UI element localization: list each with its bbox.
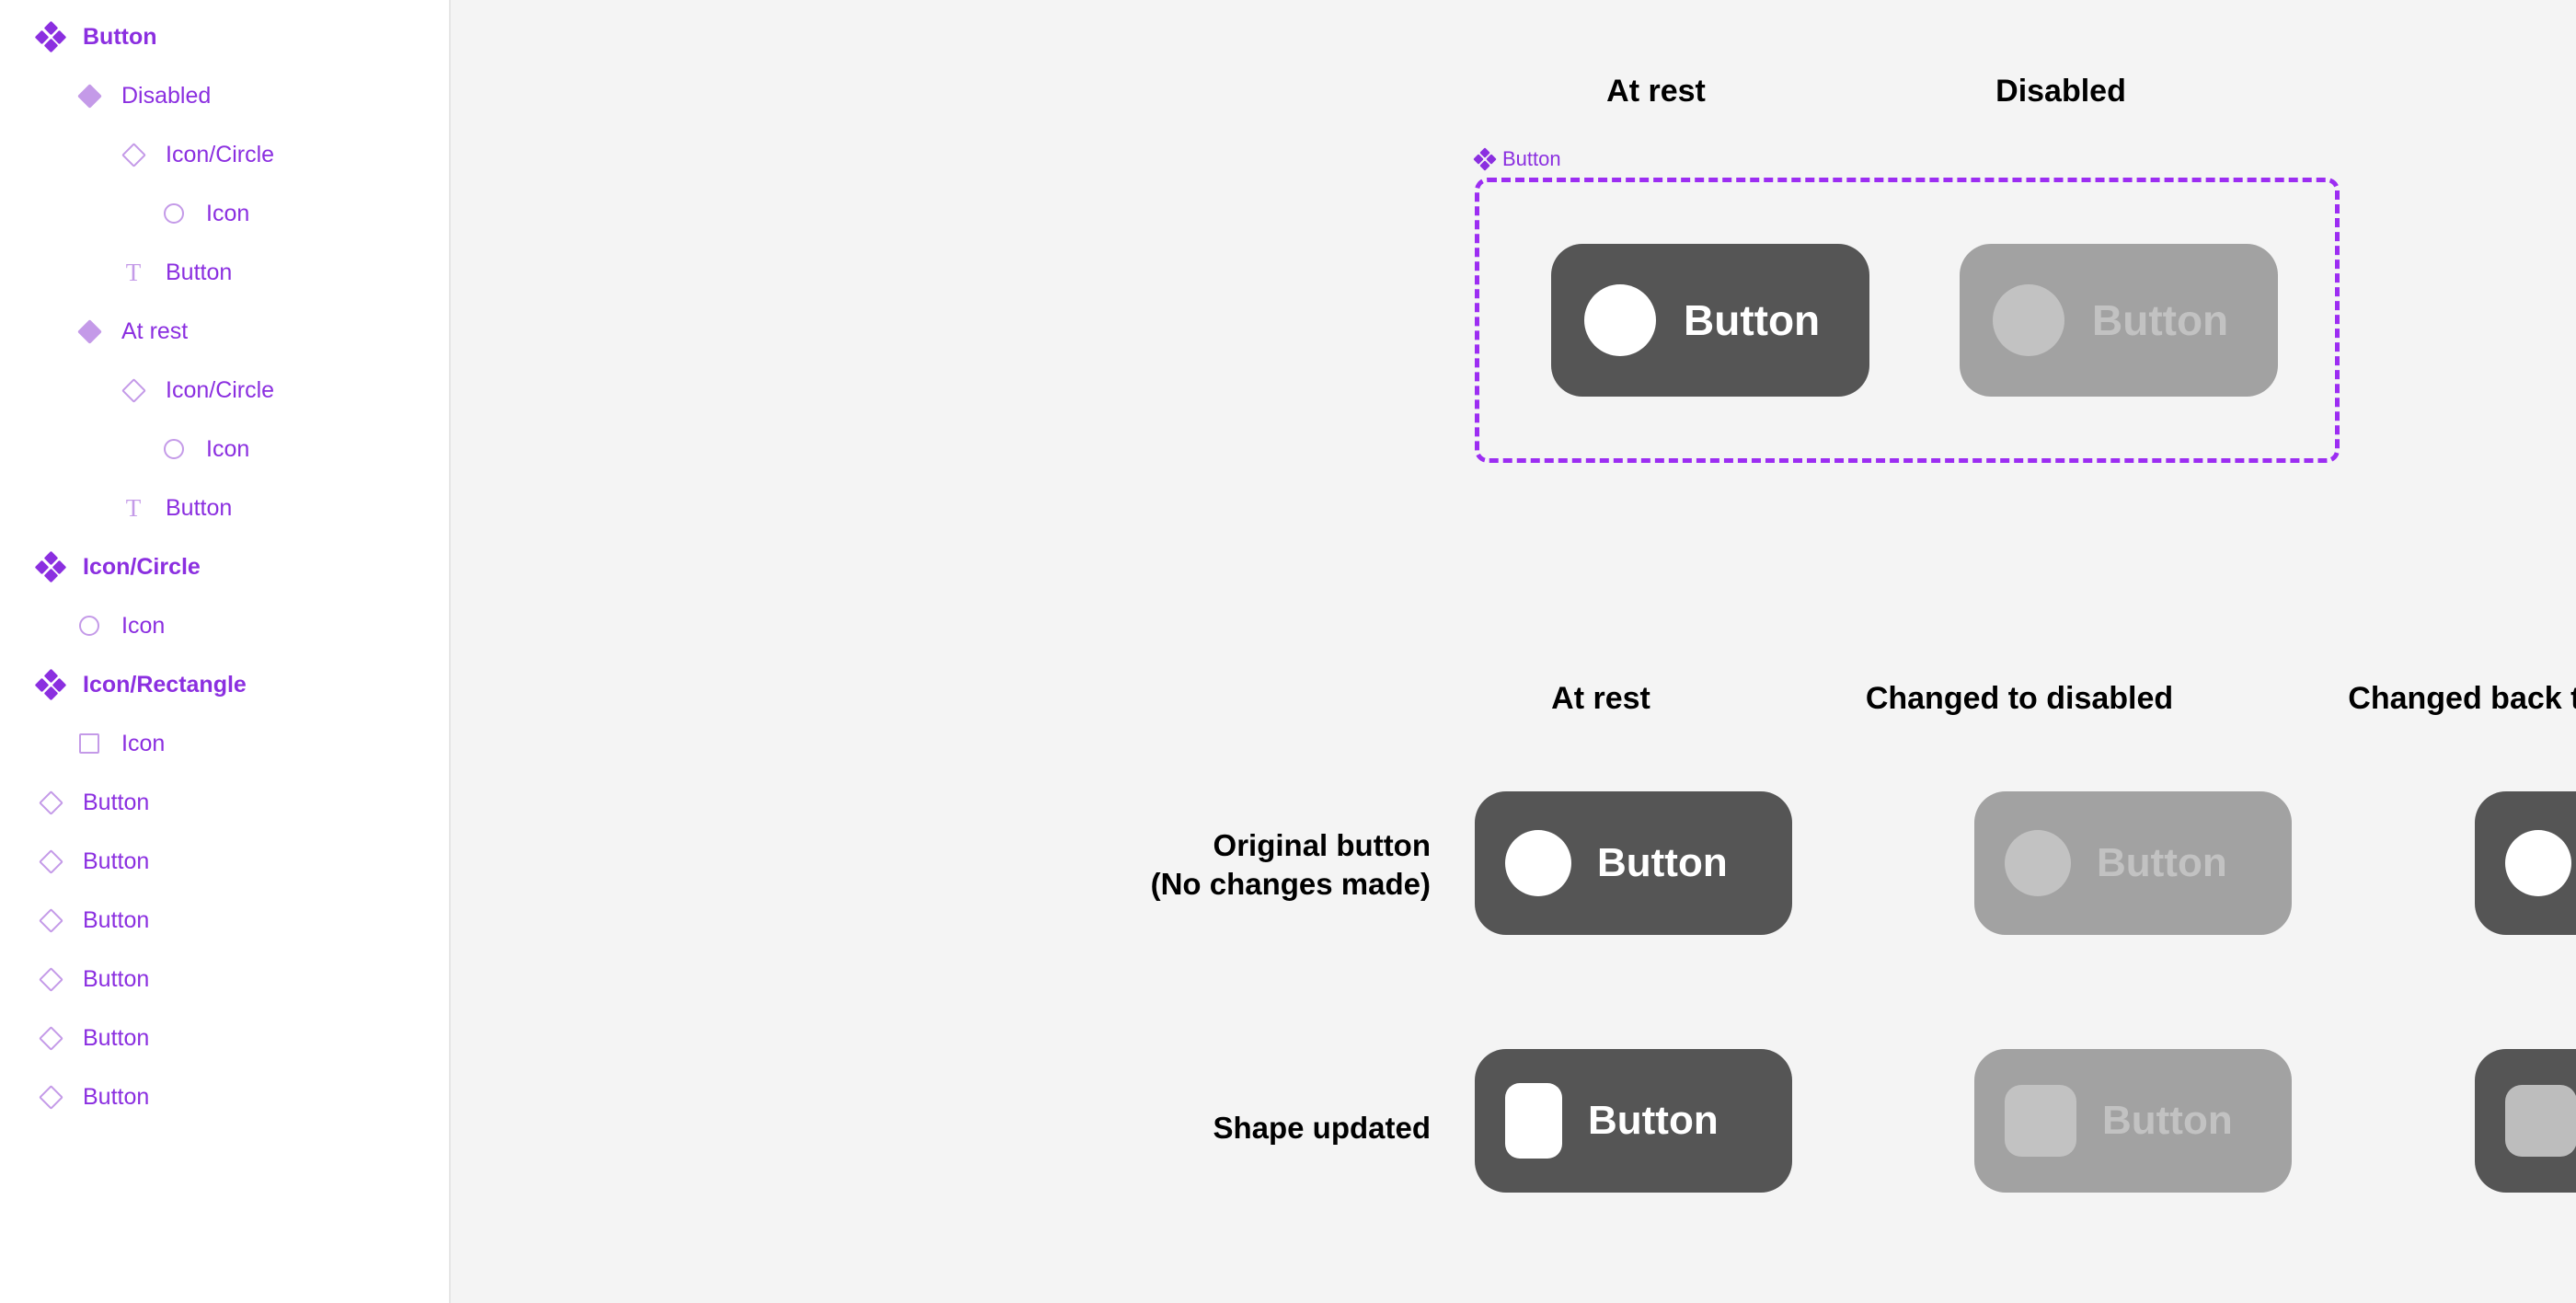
layer-row[interactable]: Button <box>0 1009 449 1067</box>
button-label: Button <box>1588 1098 1719 1143</box>
instance-icon <box>35 846 66 877</box>
circle-icon <box>2005 830 2071 896</box>
layer-row-label: Button <box>83 1024 150 1051</box>
layer-row[interactable]: Button <box>0 1067 449 1126</box>
matrix-column-header-changed-back-to-at-rest: Changed back to at rest <box>2348 681 2576 716</box>
matrix-row-label-shape-updated: Shape updated <box>892 1109 1431 1147</box>
layers-panel[interactable]: Button Disabled Icon/Circle Icon T Button At r… <box>0 0 451 1303</box>
layer-row-label: Button <box>83 789 150 815</box>
matrix-column-header-at-rest: At rest <box>1551 681 1650 716</box>
instance-icon <box>35 905 66 936</box>
top-column-header-disabled: Disabled <box>1995 74 2126 109</box>
matrix-column-header-changed-to-disabled: Changed to disabled <box>1865 681 2174 716</box>
component-icon <box>1473 147 1497 171</box>
layer-row[interactable]: T Button <box>0 479 449 537</box>
instance-icon <box>118 375 149 406</box>
instance-icon <box>35 963 66 995</box>
matrix-button-r1c2[interactable]: Button <box>1974 791 2292 935</box>
matrix-button-r1c1[interactable]: Button <box>1475 791 1792 935</box>
matrix-button-r1c3[interactable]: Button <box>2475 791 2576 935</box>
layer-row-label: Button <box>166 494 233 521</box>
layer-row[interactable]: Icon/Rectangle <box>0 655 449 714</box>
rectangle-icon <box>2505 1085 2576 1157</box>
layer-row-label: Button <box>83 906 150 933</box>
ellipse-icon <box>158 433 190 465</box>
button-label: Button <box>1684 296 1821 344</box>
instance-icon <box>118 139 149 170</box>
matrix-row-label-original-button: Original button (No changes made) <box>892 826 1431 904</box>
layer-row-label: Icon <box>121 612 166 639</box>
layer-row[interactable]: At rest <box>0 302 449 361</box>
layer-row[interactable]: Button <box>0 832 449 891</box>
top-button-at-rest[interactable]: Button <box>1551 244 1869 397</box>
circle-icon <box>2505 830 2571 896</box>
layer-row[interactable]: Button <box>0 773 449 832</box>
selection-label: Button <box>1473 147 1561 171</box>
layer-row-label: Icon <box>206 435 250 462</box>
layer-row-label: Icon <box>121 730 166 756</box>
variant-icon <box>74 316 105 347</box>
layer-row[interactable]: Icon <box>0 596 449 655</box>
text-icon: T <box>125 493 142 522</box>
circle-icon <box>1584 284 1656 356</box>
rectangle-icon <box>2005 1085 2076 1157</box>
variant-icon <box>74 80 105 111</box>
layer-row-label: Icon/Circle <box>83 553 201 580</box>
selection-label-text: Button <box>1502 147 1561 170</box>
button-label: Button <box>2102 1098 2233 1143</box>
layer-row-label: Icon/Rectangle <box>83 671 247 698</box>
circle-icon <box>1505 830 1571 896</box>
layer-row[interactable]: Icon <box>0 184 449 243</box>
layer-row-label: Disabled <box>121 82 212 109</box>
instance-icon <box>35 1081 66 1113</box>
text-icon: T <box>125 258 142 286</box>
layer-row[interactable]: Icon/Circle <box>0 537 449 596</box>
ellipse-icon <box>74 610 105 641</box>
layer-row[interactable]: Icon <box>0 420 449 479</box>
rectangle-icon <box>74 728 105 759</box>
button-label: Button <box>2092 296 2229 344</box>
instance-icon <box>35 787 66 818</box>
matrix-row-label-line1: Original button <box>1213 828 1431 862</box>
matrix-button-r2c1[interactable]: Button <box>1475 1049 1792 1193</box>
layer-row-label: Button <box>83 965 150 992</box>
layer-row-label: Button <box>83 23 157 50</box>
layer-row[interactable]: Icon/Circle <box>0 361 449 420</box>
layer-row-label: Button <box>166 259 233 285</box>
layer-row-label: Icon/Circle <box>166 141 275 167</box>
matrix-row-label-line1: Shape updated <box>1213 1111 1431 1145</box>
layer-row-label: At rest <box>121 317 189 344</box>
component-icon <box>34 668 67 701</box>
top-column-header-at-rest: At rest <box>1606 74 1706 109</box>
button-label: Button <box>1597 840 1728 885</box>
layer-row-label: Icon/Circle <box>166 376 275 403</box>
layer-row[interactable]: Button <box>0 891 449 950</box>
figma-canvas-screen: Button Disabled Icon/Circle Icon T Button At r… <box>0 0 2576 1303</box>
ellipse-icon <box>158 198 190 229</box>
circle-icon <box>1993 284 2064 356</box>
layer-row[interactable]: Icon <box>0 714 449 773</box>
top-button-disabled[interactable]: Button <box>1960 244 2278 397</box>
layer-row-label: Icon <box>206 200 250 226</box>
layer-row[interactable]: Button <box>0 950 449 1009</box>
component-icon <box>34 550 67 583</box>
layer-row[interactable]: Icon/Circle <box>0 125 449 184</box>
layer-row[interactable]: Button <box>0 7 449 66</box>
layer-row-label: Button <box>83 1083 150 1110</box>
button-label: Button <box>2097 840 2227 885</box>
instance-icon <box>35 1022 66 1054</box>
matrix-button-r2c3[interactable]: Button <box>2475 1049 2576 1193</box>
layer-row[interactable]: T Button <box>0 243 449 302</box>
layer-row-label: Button <box>83 848 150 874</box>
component-icon <box>34 20 67 53</box>
layer-row[interactable]: Disabled <box>0 66 449 125</box>
design-canvas[interactable]: At rest Disabled Button Button Button Ic… <box>451 0 2576 1303</box>
matrix-button-r2c2[interactable]: Button <box>1974 1049 2292 1193</box>
matrix-row-label-line2: (No changes made) <box>1150 867 1431 902</box>
rectangle-icon <box>1505 1083 1562 1159</box>
